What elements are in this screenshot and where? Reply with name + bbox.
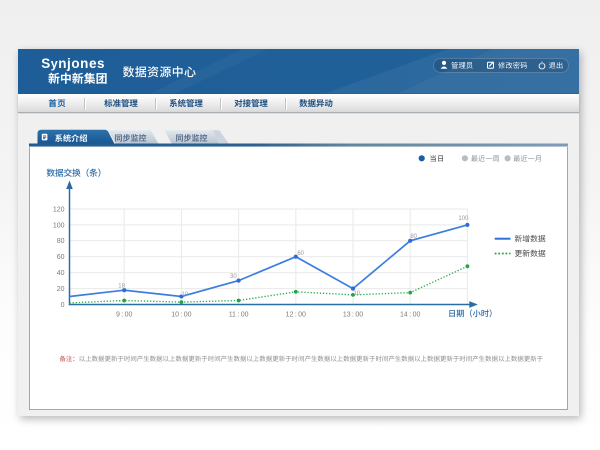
svg-text:80: 80 (410, 234, 417, 240)
svg-text:14 : 00: 14 : 00 (400, 312, 420, 319)
svg-text:10: 10 (182, 292, 189, 298)
svg-text:100: 100 (53, 222, 65, 229)
svg-text:10 : 00: 10 : 00 (171, 312, 191, 319)
svg-text:60: 60 (57, 254, 65, 261)
svg-text:13 : 00: 13 : 00 (343, 312, 363, 319)
svg-text:30: 30 (230, 274, 237, 280)
svg-text:0: 0 (61, 302, 65, 309)
svg-text:18: 18 (118, 283, 125, 289)
svg-text:Synjones: Synjones (41, 56, 105, 71)
svg-text:40: 40 (57, 270, 65, 277)
svg-text:9 : 00: 9 : 00 (116, 312, 133, 319)
svg-text:10: 10 (353, 291, 360, 297)
svg-text:100: 100 (458, 216, 469, 222)
svg-text:120: 120 (53, 206, 65, 213)
svg-text:11 : 00: 11 : 00 (229, 312, 249, 319)
svg-text:20: 20 (57, 286, 65, 293)
svg-text:80: 80 (57, 238, 65, 245)
svg-text:12 : 00: 12 : 00 (286, 312, 306, 319)
svg-text:60: 60 (297, 251, 304, 257)
